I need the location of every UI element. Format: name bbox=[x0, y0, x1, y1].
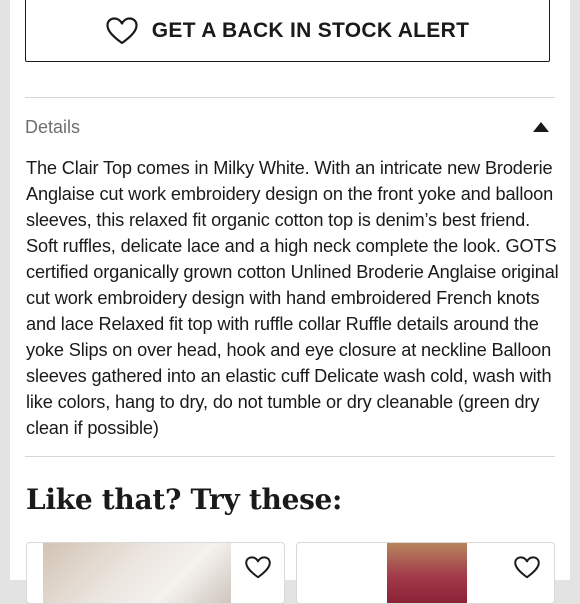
divider bbox=[25, 97, 555, 98]
alert-button-label: GET A BACK IN STOCK ALERT bbox=[151, 19, 470, 42]
recommendations-title: Like that? Try these: bbox=[26, 483, 343, 516]
heart-outline-icon[interactable] bbox=[242, 551, 274, 583]
white-blouse-photo bbox=[43, 543, 231, 603]
product-page: GET A BACK IN STOCK ALERT Details The Cl… bbox=[10, 0, 570, 604]
divider bbox=[25, 456, 555, 457]
heart-outline-icon[interactable] bbox=[511, 551, 543, 583]
caret-up-icon bbox=[533, 122, 549, 132]
product-card[interactable] bbox=[296, 542, 555, 604]
heart-icon bbox=[106, 17, 138, 45]
product-description: The Clair Top comes in Milky White. With… bbox=[26, 158, 559, 438]
product-card[interactable] bbox=[26, 542, 285, 604]
details-title: Details bbox=[25, 116, 81, 137]
details-accordion-header[interactable]: Details bbox=[25, 110, 555, 144]
back-in-stock-alert-button[interactable]: GET A BACK IN STOCK ALERT bbox=[25, 0, 550, 62]
red-top-photo bbox=[387, 543, 467, 603]
